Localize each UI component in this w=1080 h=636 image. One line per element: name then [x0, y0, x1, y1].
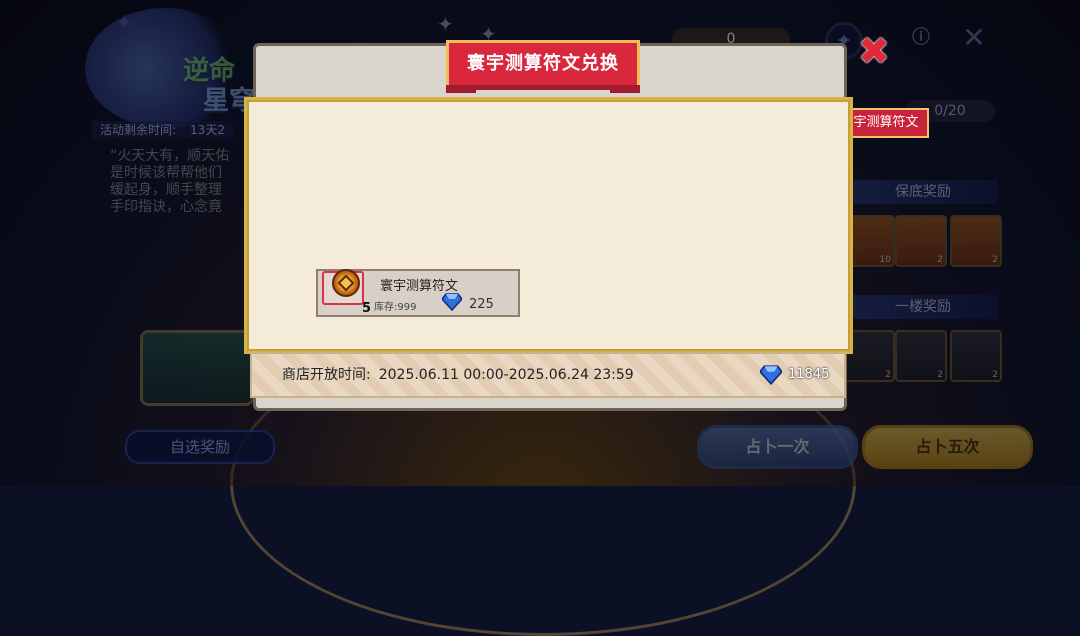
- shop-item-rune[interactable]: 5 寰宇测算符文 库存:999 225: [316, 269, 520, 317]
- item-quantity: 5: [362, 301, 372, 316]
- diamond-icon: [760, 365, 782, 385]
- diamond-balance: 11845: [788, 367, 830, 382]
- rune-coin-icon: [322, 269, 364, 305]
- shop-time-label: 商店开放时间:: [282, 367, 371, 383]
- diamond-icon: [442, 293, 462, 311]
- modal-title: 寰宇测算符文兑换: [446, 40, 640, 93]
- shop-time-value: 2025.06.11 00:00-2025.06.24 23:59: [378, 367, 634, 383]
- shop-footer: 商店开放时间: 2025.06.11 00:00-2025.06.24 23:59…: [250, 352, 846, 398]
- item-price: 225: [469, 297, 494, 312]
- shop-open-time: 商店开放时间: 2025.06.11 00:00-2025.06.24 23:59: [282, 354, 634, 396]
- rune-tag: 宇测算符文: [843, 108, 929, 138]
- item-name: 寰宇测算符文: [380, 279, 459, 294]
- close-icon[interactable]: ✖: [858, 32, 890, 70]
- item-stock: 库存:999: [374, 302, 417, 313]
